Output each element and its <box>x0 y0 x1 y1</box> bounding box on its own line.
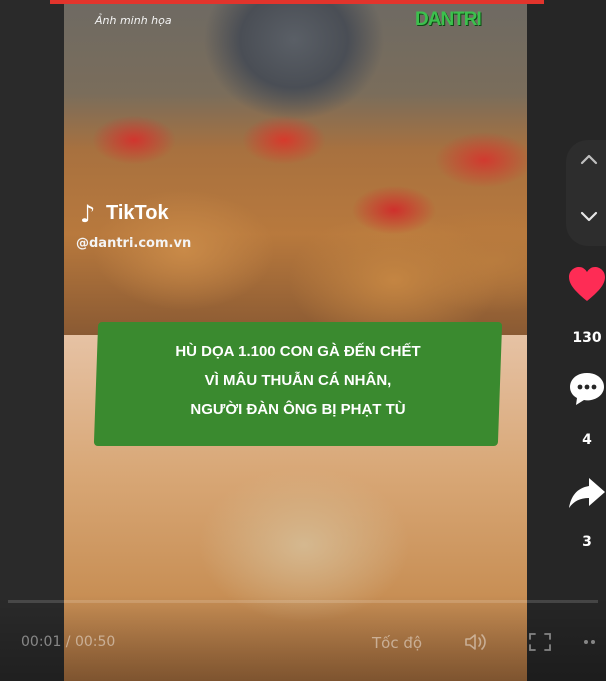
headline-text: HÙ DỌA 1.100 CON GÀ ĐẾN CHẾT VÌ MÂU THUẪ… <box>96 337 500 424</box>
more-icon[interactable] <box>582 632 604 656</box>
heart-icon[interactable] <box>566 264 606 306</box>
fullscreen-icon[interactable] <box>528 632 552 656</box>
chevron-up-icon[interactable] <box>580 152 598 171</box>
chevron-down-icon[interactable] <box>580 208 598 227</box>
tiktok-wordmark: TikTok <box>106 202 169 224</box>
headline-line-2: VÌ MÂU THUẪN CÁ NHÂN, <box>204 372 392 389</box>
speed-button[interactable]: Tốc độ <box>372 634 422 652</box>
playback-time: 00:01 / 00:50 <box>21 634 116 650</box>
headline-line-3: NGƯỜI ĐÀN ÔNG BỊ PHẠT TÙ <box>190 401 406 418</box>
left-gutter <box>0 0 64 681</box>
comment-count: 4 <box>582 432 592 448</box>
man-figure <box>204 0 384 150</box>
share-count: 3 <box>582 534 592 550</box>
brand-logo: DANTRI <box>415 9 482 30</box>
tiktok-watermark: ♪ TikTok <box>80 200 220 228</box>
stage: Ảnh minh họa DANTRI ♪ TikTok @dantri.com… <box>0 0 606 681</box>
comment-icon[interactable] <box>566 368 606 410</box>
progress-bar[interactable] <box>8 600 598 603</box>
headline-line-1: HÙ DỌA 1.100 CON GÀ ĐẾN CHẾT <box>175 343 421 360</box>
top-accent-bar <box>50 0 544 4</box>
illustration-caption: Ảnh minh họa <box>95 14 172 27</box>
music-note-icon: ♪ <box>80 200 96 228</box>
like-count: 130 <box>572 330 602 346</box>
volume-icon[interactable] <box>463 632 489 656</box>
creator-handle: @dantri.com.vn <box>76 236 192 251</box>
share-icon[interactable] <box>566 472 606 514</box>
